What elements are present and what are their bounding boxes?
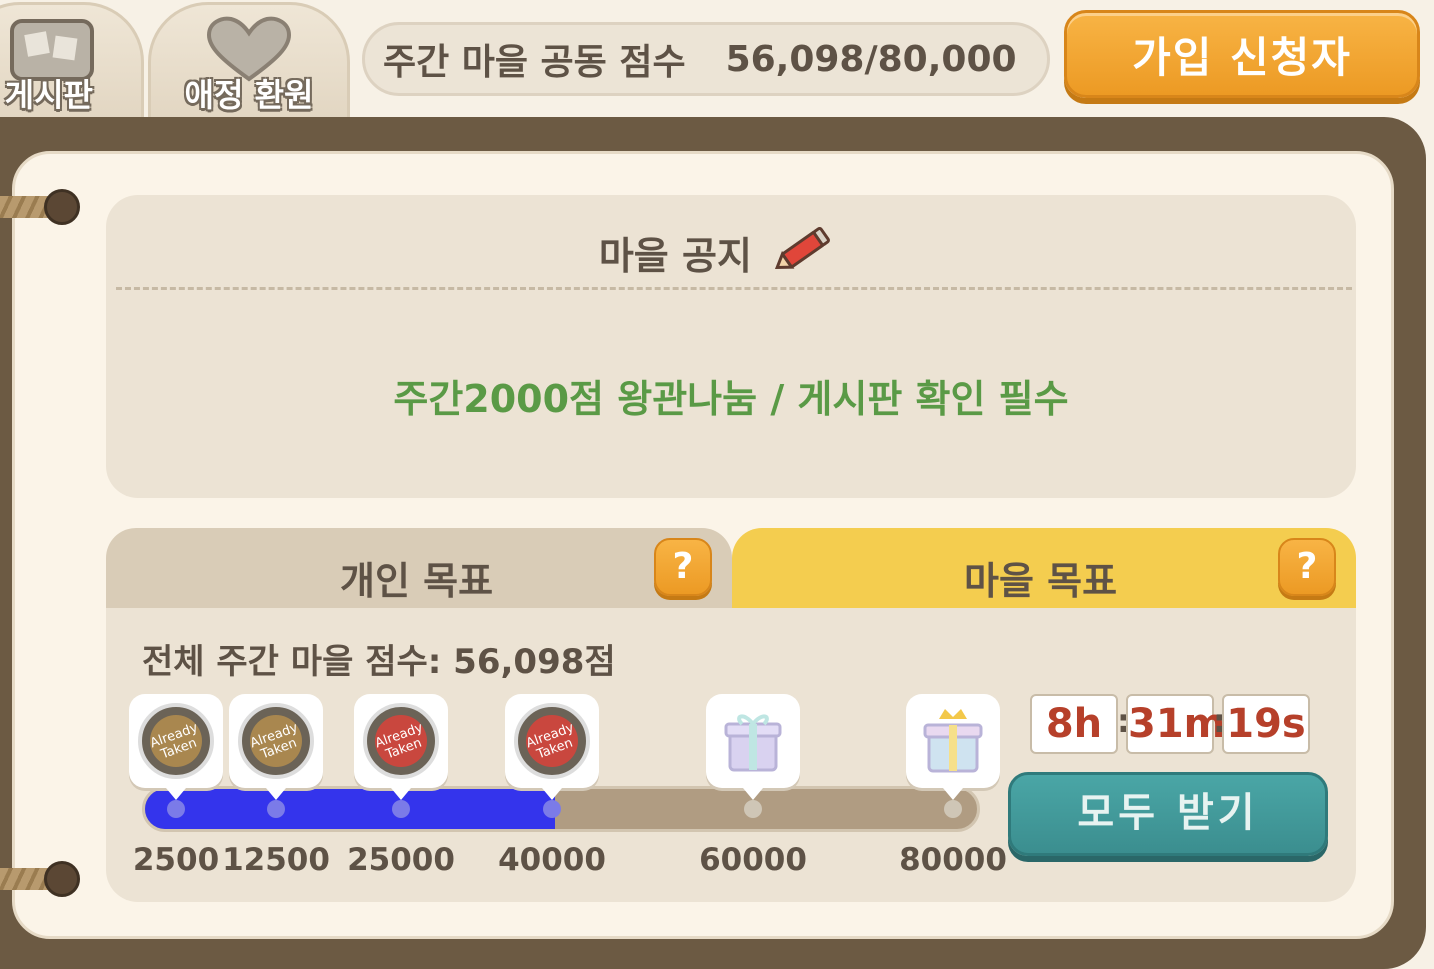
notice-message: 주간2000점 왕관나눔 / 게시판 확인 필수 — [393, 377, 1069, 421]
weekly-score-value: 56,098/80,000 — [725, 38, 1017, 80]
weekly-score-label: 주간 마을 공동 점수 — [383, 42, 686, 83]
total-weekly-score-label: 전체 주간 마을 점수: 56,098점 — [142, 642, 616, 682]
already-taken-medal-icon[interactable]: Already Taken — [505, 694, 599, 800]
affection-tab-label: 애정 환원 — [184, 76, 314, 114]
progress-fill — [145, 789, 555, 829]
board-tab-label: 게시판 — [4, 76, 93, 114]
tab-village-goal-label: 마을 목표 — [964, 559, 1118, 603]
already-taken-medal-icon[interactable]: Already Taken — [229, 694, 323, 800]
milestone-marker — [744, 800, 762, 818]
notice-title: 마을 공지 — [598, 234, 752, 278]
notice-header: 마을 공지 — [0, 222, 1434, 283]
pencil-icon[interactable] — [775, 222, 835, 283]
milestone-label: 80000 — [899, 842, 1007, 878]
milestone-marker — [267, 800, 285, 818]
milestone-label: 40000 — [498, 842, 606, 878]
timer-minutes: 31m — [1126, 694, 1225, 754]
tab-personal-goal-label: 개인 목표 — [340, 559, 494, 603]
milestone-label: 60000 — [699, 842, 807, 878]
milestone-marker — [167, 800, 185, 818]
gift-box-icon[interactable] — [706, 694, 800, 800]
personal-goal-help-button[interactable]: ? — [654, 538, 712, 596]
milestone-label: 12500 — [222, 842, 330, 878]
timer-hours: 8h — [1030, 694, 1118, 754]
rope-knob — [44, 861, 80, 897]
affection-tab-button[interactable]: 애정 환원 — [148, 2, 350, 120]
weekly-score-bar: 주간 마을 공동 점수 56,098/80,000 — [362, 22, 1050, 96]
milestone-marker — [392, 800, 410, 818]
village-goal-help-button[interactable]: ? — [1278, 538, 1336, 596]
milestone-marker — [944, 800, 962, 818]
timer-seconds: 19s — [1222, 694, 1310, 754]
milestone-label: 25000 — [347, 842, 455, 878]
milestone-marker — [543, 800, 561, 818]
board-tab-button[interactable]: 게시판 — [0, 2, 144, 120]
already-taken-medal-icon[interactable]: Already Taken — [354, 694, 448, 800]
crown-gift-icon[interactable] — [906, 694, 1000, 800]
claim-all-button[interactable]: 모두 받기 — [1008, 772, 1328, 856]
notice-divider — [116, 287, 1352, 290]
rope-knob — [44, 189, 80, 225]
join-applicants-button[interactable]: 가입 신청자 — [1064, 10, 1420, 98]
already-taken-medal-icon[interactable]: Already Taken — [129, 694, 223, 800]
